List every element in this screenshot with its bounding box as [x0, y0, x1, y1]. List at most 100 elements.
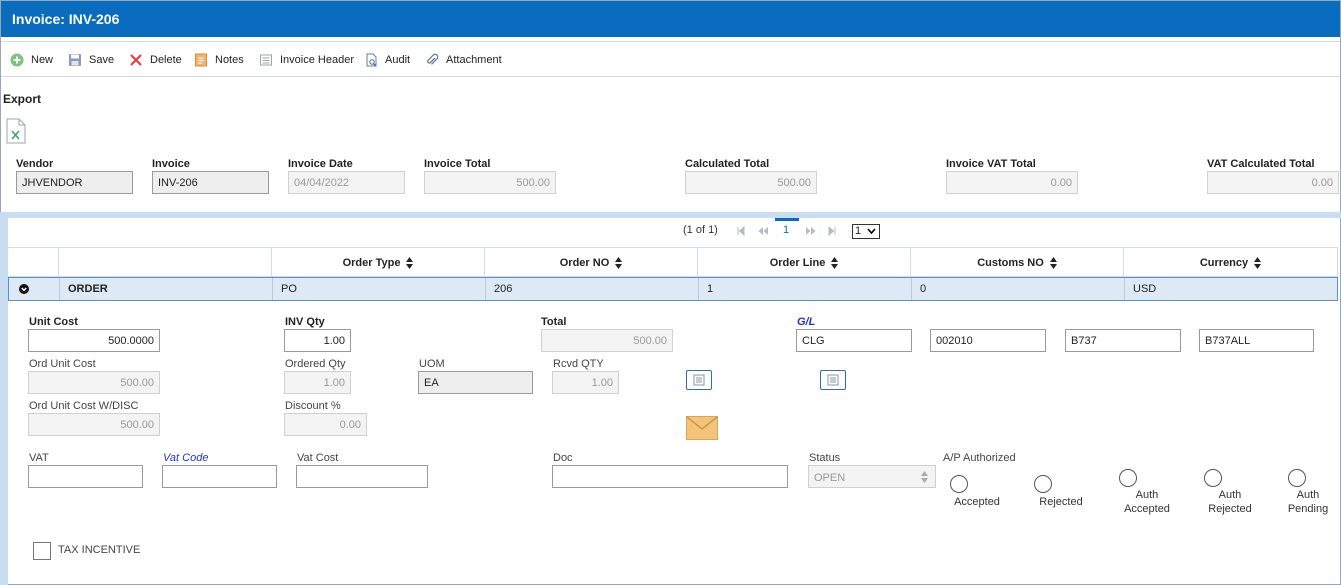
doc-field[interactable]	[552, 465, 788, 488]
new-button[interactable]: New	[10, 52, 53, 68]
ord-unit-cost-field[interactable]	[28, 371, 160, 394]
next-page-icon[interactable]	[805, 226, 817, 236]
current-page-indicator	[775, 218, 799, 221]
gl-segment-1-field[interactable]	[796, 329, 912, 352]
inv-qty-field[interactable]	[284, 329, 351, 352]
document-icon	[827, 374, 839, 386]
uom-field[interactable]	[418, 371, 533, 394]
export-heading: Export	[3, 92, 42, 106]
invoice-vat-total-field[interactable]	[946, 171, 1078, 194]
notes-button[interactable]: Notes	[194, 52, 244, 68]
last-page-icon[interactable]	[827, 226, 837, 236]
paperclip-icon	[427, 53, 439, 65]
doc-label: Doc	[553, 452, 573, 464]
ap-rejected-label: Rejected	[1039, 496, 1083, 508]
order-no-cell: 206	[485, 278, 698, 300]
uom-label: UOM	[419, 358, 445, 370]
audit-button[interactable]: Audit	[364, 52, 410, 68]
ordered-qty-label: Ordered Qty	[285, 358, 346, 370]
gl-segment-3-field[interactable]	[1065, 329, 1181, 352]
currency-header-label: Currency	[1199, 257, 1249, 269]
delete-icon	[130, 54, 142, 66]
discount-label: Discount %	[285, 400, 341, 412]
page-size-select[interactable]: 1	[852, 224, 880, 239]
ap-rejected-radio[interactable]	[1034, 475, 1052, 493]
order-line-header[interactable]: Order Line	[697, 248, 910, 278]
ap-auth-pending-radio[interactable]	[1288, 469, 1306, 487]
ord-unit-cost-disc-field[interactable]	[28, 413, 160, 436]
ordered-qty-field[interactable]	[284, 371, 351, 394]
vat-calculated-total-field[interactable]	[1207, 171, 1339, 194]
grid-left-band	[0, 218, 8, 585]
currency-header[interactable]: Currency	[1123, 248, 1338, 278]
audit-label: Audit	[385, 54, 411, 66]
gl-segment-2-field[interactable]	[930, 329, 1046, 352]
group-column-header	[58, 248, 271, 278]
vat-code-link[interactable]: Vat Code	[163, 452, 208, 464]
sort-icon	[1049, 257, 1057, 269]
currency-cell: USD	[1124, 278, 1337, 300]
rcvd-qty-field[interactable]	[552, 371, 619, 394]
tax-incentive-checkbox[interactable]	[33, 542, 51, 560]
calculated-total-field[interactable]	[685, 171, 817, 194]
sort-icon	[615, 257, 623, 269]
first-page-icon[interactable]	[736, 226, 746, 236]
vendor-field[interactable]	[16, 171, 133, 194]
row-expander[interactable]	[9, 278, 59, 300]
customs-no-header-label: Customs NO	[977, 257, 1044, 269]
vat-cost-label: Vat Cost	[297, 452, 339, 464]
unit-cost-label: Unit Cost	[29, 316, 78, 328]
order-type-cell: PO	[272, 278, 485, 300]
page-size-value: 1	[855, 225, 862, 237]
current-page[interactable]: 1	[783, 224, 789, 240]
attachment-button[interactable]: Attachment	[425, 52, 502, 68]
envelope-icon[interactable]	[686, 416, 718, 440]
gl-segment-4-field[interactable]	[1199, 329, 1314, 352]
total-field[interactable]	[541, 329, 673, 352]
invoice-field[interactable]	[152, 171, 269, 194]
save-label: Save	[89, 54, 115, 66]
vat-code-field[interactable]	[162, 465, 277, 488]
order-line-cell: 1	[698, 278, 911, 300]
invoice-date-label: Invoice Date	[288, 158, 353, 170]
gl-lookup-button[interactable]	[820, 370, 846, 390]
unit-cost-field[interactable]	[28, 329, 160, 352]
delete-button[interactable]: Delete	[129, 52, 182, 68]
ap-auth-accepted-radio[interactable]	[1119, 469, 1137, 487]
invoice-vat-total-label: Invoice VAT Total	[946, 158, 1036, 170]
ord-unit-cost-label: Ord Unit Cost	[29, 358, 96, 370]
chevron-down-circle-icon	[19, 284, 29, 294]
excel-export-icon[interactable]	[6, 118, 26, 144]
grid-top-band	[0, 212, 1341, 218]
receipt-lookup-button[interactable]	[686, 370, 712, 390]
status-select[interactable]: OPEN	[808, 465, 936, 488]
total-label: Total	[541, 316, 567, 328]
vendor-label: Vendor	[16, 158, 54, 170]
invoice-date-field[interactable]	[288, 171, 405, 194]
save-button[interactable]: Save	[68, 52, 114, 68]
group-cell: ORDER	[59, 278, 272, 300]
vat-cost-field[interactable]	[296, 465, 428, 488]
vat-field[interactable]	[28, 465, 143, 488]
add-icon	[10, 53, 24, 67]
customs-no-header[interactable]: Customs NO	[910, 248, 1123, 278]
toolbar: New Save Delete Notes Invoice Header Aud…	[1, 41, 1340, 77]
status-value: OPEN	[814, 472, 846, 484]
ap-auth-rejected-radio[interactable]	[1204, 469, 1222, 487]
order-no-header-label: Order NO	[559, 257, 610, 269]
table-row[interactable]: ORDER PO 206 1 0 USD	[8, 277, 1338, 301]
order-type-header[interactable]: Order Type	[271, 248, 484, 278]
pager-summary: (1 of 1)	[683, 224, 718, 236]
order-no-header[interactable]: Order NO	[484, 248, 697, 278]
discount-field[interactable]	[284, 413, 367, 436]
invoice-header-icon	[260, 54, 272, 66]
invoice-total-field[interactable]	[424, 171, 556, 194]
audit-icon	[366, 53, 377, 67]
vat-calculated-total-label: VAT Calculated Total	[1207, 158, 1315, 170]
ap-accepted-label: Accepted	[954, 496, 1000, 508]
gl-link[interactable]: G/L	[797, 316, 815, 328]
ap-accepted-radio[interactable]	[950, 475, 968, 493]
previous-page-icon[interactable]	[757, 226, 769, 236]
invoice-header-button[interactable]: Invoice Header	[259, 52, 354, 68]
invoice-header-label: Invoice Header	[280, 54, 354, 66]
